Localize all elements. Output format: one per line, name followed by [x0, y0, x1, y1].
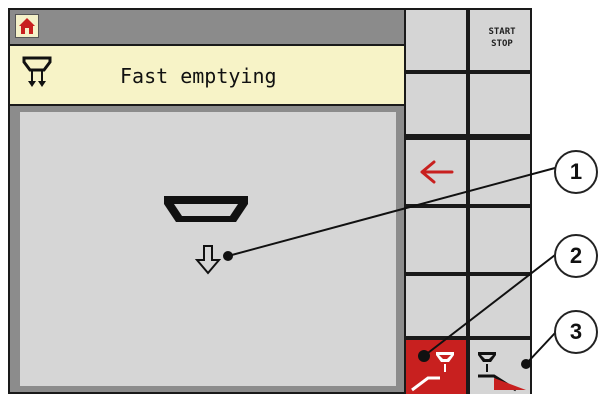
- callout-3: 3: [554, 310, 598, 354]
- callout-1: 1: [554, 150, 598, 194]
- callout-leaders: [223, 167, 556, 369]
- callout-2: 2: [554, 234, 598, 278]
